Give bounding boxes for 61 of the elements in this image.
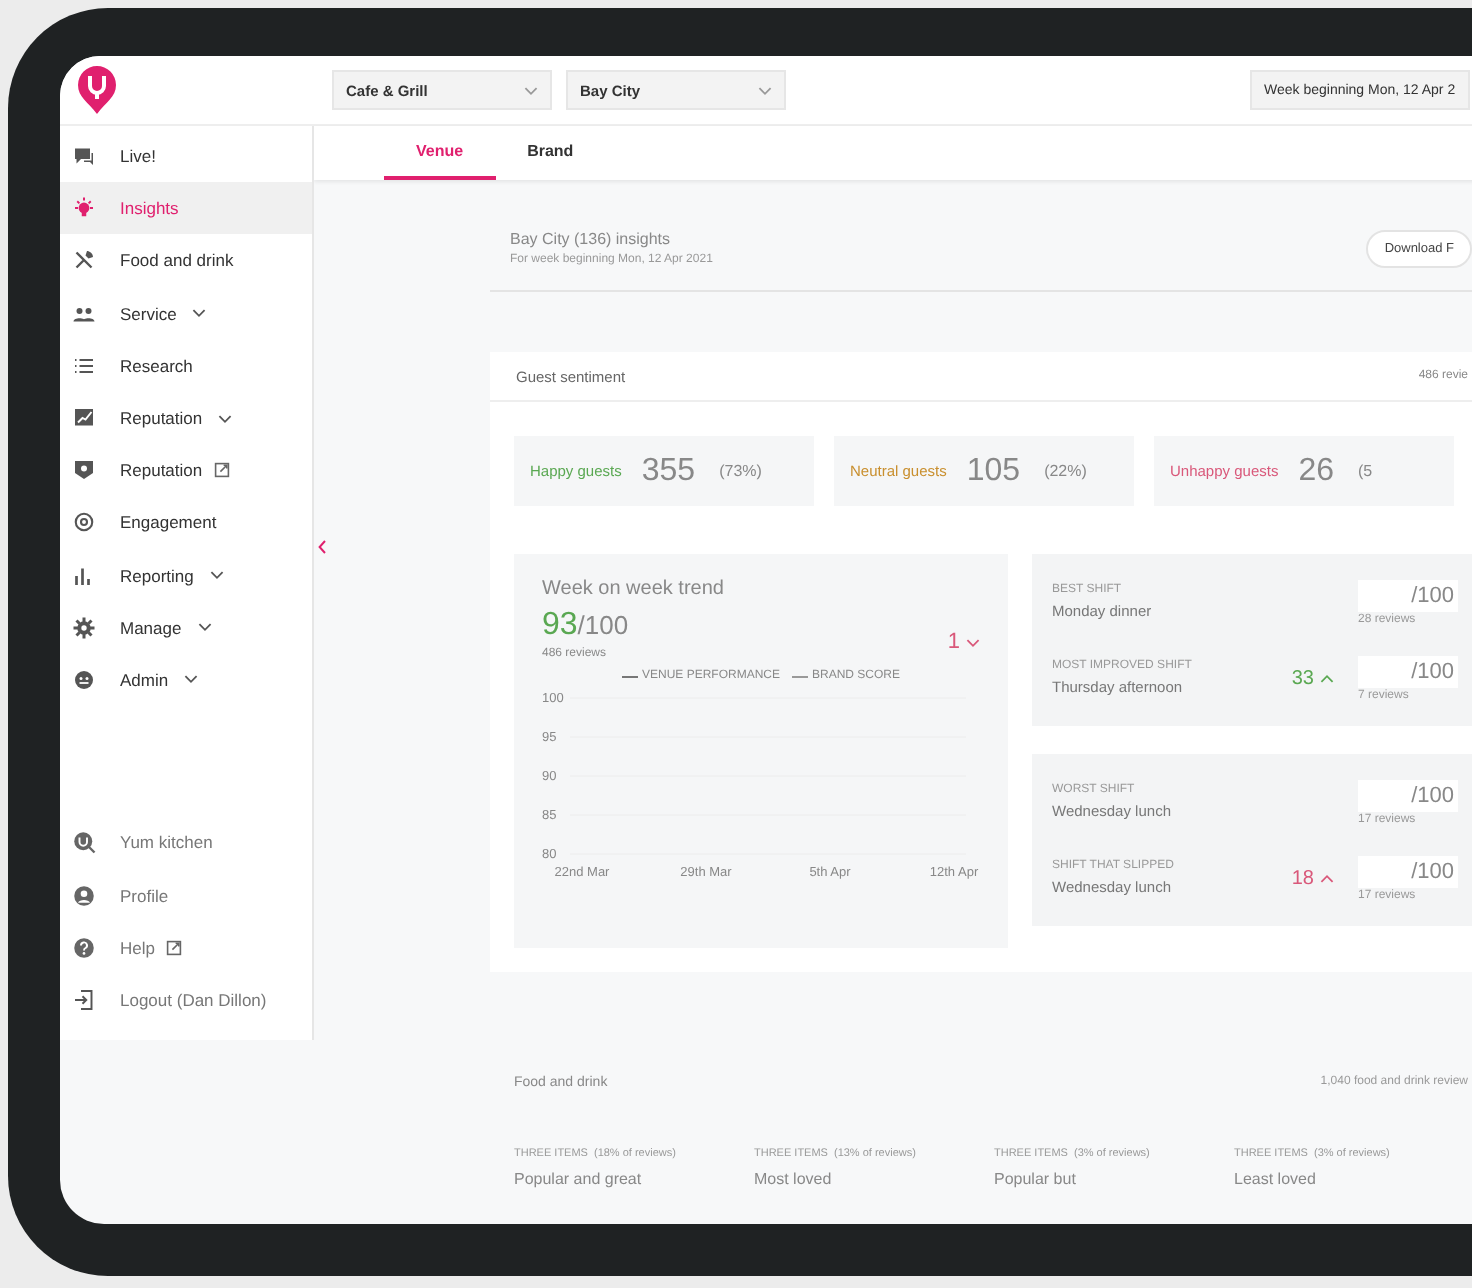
collapse-icon[interactable] [318,540,326,554]
stat-percent: (22%) [1044,462,1087,480]
chevron-down-icon [524,85,538,95]
stat-value: 26 [1298,453,1334,489]
change-value: 33 [1291,667,1314,689]
face-icon [72,667,96,692]
stat-percent: (5 [1358,462,1373,480]
sidebar-item[interactable]: Live! [60,130,312,183]
bulb-icon [72,196,96,221]
sidebar-item[interactable]: Reputation [60,391,312,445]
change-value: 1 [947,630,960,654]
sidebar-item[interactable]: Engagement [60,496,312,549]
sidebar-item[interactable]: Service [60,287,312,340]
change-value: 18 [1291,867,1314,889]
bar-chart-icon [72,563,96,588]
list-icon [72,353,96,378]
shield-icon [72,458,96,483]
sidebar-item[interactable]: Logout (Dan Dillon) [60,973,312,1026]
cutlery-icon [72,248,96,273]
sidebar-item[interactable]: Food and drink [60,234,312,288]
logout-icon [72,987,96,1012]
chevron-down-icon [184,674,199,685]
sidebar-item[interactable]: Manage [60,601,312,654]
score-box: /100 [1358,855,1458,887]
chevron-down-icon [218,413,233,424]
score-value: 93 [542,608,578,644]
chart-icon [72,406,96,431]
sidebar-item[interactable]: Help [60,921,312,974]
external-link-icon [166,939,183,956]
score-box: /100 [1358,579,1458,611]
sidebar-item[interactable]: Insights [60,182,312,235]
chevron-down-icon [192,308,207,319]
stat-value: 105 [966,453,1021,489]
help-icon [72,935,96,960]
sidebar-item[interactable]: Reputation [60,444,312,497]
score-box: /100 [1358,779,1458,811]
stat-value: 355 [641,453,696,489]
sidebar-item[interactable]: Research [60,339,312,392]
external-link-icon [214,462,231,479]
logo-icon[interactable] [78,66,116,114]
sidebar-item[interactable]: Yum kitchen [60,816,312,869]
score-max: /100 [577,610,629,640]
settings-icon [72,615,96,640]
chevron-down-icon [209,570,224,581]
sidebar-item[interactable]: Profile [60,868,312,922]
page-title: Bay City (136) insights [510,230,673,248]
tab[interactable]: Venue [384,126,496,180]
chevron-down-icon [758,85,772,95]
item-title: Popular but [994,1170,1078,1188]
sidebar-item[interactable]: Reporting [60,549,312,602]
chevron-down-icon [197,622,212,633]
stat-percent: (73%) [719,462,762,480]
item-title: Most loved [754,1170,834,1188]
tab[interactable]: Brand [495,126,606,180]
sidebar-item[interactable]: Admin [60,653,312,707]
score-box: /100 [1358,655,1458,687]
chat-icon [72,144,96,169]
item-title: Least loved [1234,1170,1318,1188]
item-title: Popular and great [514,1170,644,1188]
panel-title: Week on week trend [542,578,726,600]
profile-icon [72,883,96,908]
